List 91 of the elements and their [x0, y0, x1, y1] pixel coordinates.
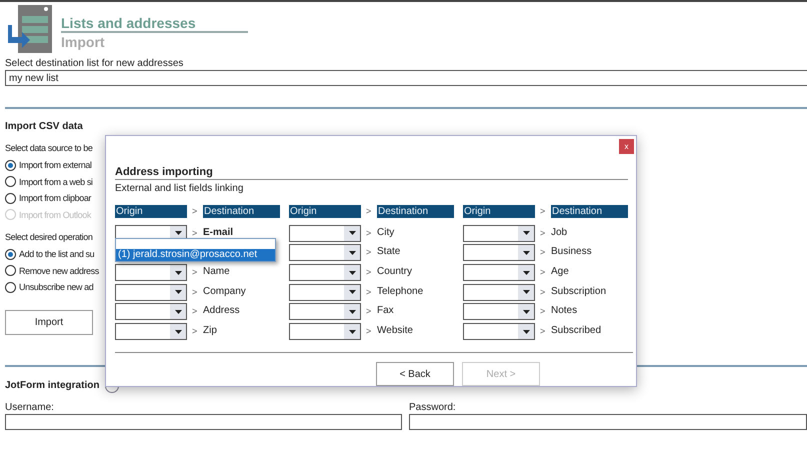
arrow-text: >: [539, 266, 546, 280]
origin-dropdown[interactable]: [463, 224, 535, 242]
origin-dropdown[interactable]: [289, 224, 361, 242]
arrow-text: >: [365, 205, 372, 218]
column-header: Destination: [551, 205, 628, 218]
field-label: Password:: [408, 400, 456, 414]
page-subtitle: Import: [61, 33, 106, 51]
destination-field-name: Name: [203, 265, 231, 280]
arrow-text: >: [365, 305, 372, 318]
origin-dropdown[interactable]: [289, 264, 361, 282]
origin-dropdown[interactable]: [115, 284, 187, 301]
arrow-text: >: [191, 205, 198, 218]
arrow-text: >: [191, 305, 198, 318]
arrow-text: >: [191, 226, 198, 240]
destination-field-name: Website: [377, 324, 414, 338]
destination-field-name: Telephone: [377, 284, 424, 299]
radio-button[interactable]: [5, 160, 16, 171]
origin-dropdown[interactable]: [463, 323, 535, 340]
origin-dropdown[interactable]: [463, 303, 535, 320]
destination-field-name: E-mail: [203, 226, 234, 240]
radio-label: Import from clipboar: [19, 193, 92, 204]
arrow-text: >: [365, 325, 372, 338]
arrow-text: >: [365, 226, 372, 240]
arrow-text: >: [191, 325, 198, 338]
radio-button[interactable]: [5, 265, 16, 276]
section-heading: Import CSV data: [4, 121, 84, 132]
arrow-text: >: [539, 205, 546, 218]
radio-button[interactable]: [5, 282, 16, 293]
radio-label: Unsubscribe new ad: [19, 282, 94, 292]
destination-field-name: Fax: [377, 304, 395, 318]
field-label: Select data source to be: [4, 142, 92, 155]
arrow-text: >: [539, 286, 546, 299]
column-header: Destination: [377, 205, 454, 218]
import-button[interactable]: Import: [5, 310, 93, 334]
wizard-button[interactable]: < Back: [376, 362, 454, 386]
dropdown-option[interactable]: (1) jerald.strosin@prosacco.net: [116, 249, 275, 261]
destination-field-name: Job: [551, 226, 568, 240]
destination-field-name: Age: [551, 265, 570, 280]
origin-dropdown[interactable]: [115, 264, 187, 282]
radio-label: Add to the list and su: [19, 249, 94, 260]
arrow-text: >: [539, 305, 546, 318]
radio-button[interactable]: [5, 192, 16, 204]
field-label: Username:: [4, 400, 54, 414]
radio-label: Import from Outlook: [19, 210, 91, 220]
username-field[interactable]: [5, 414, 402, 430]
section-heading: JotForm integration: [4, 380, 100, 391]
close-button[interactable]: x: [619, 139, 634, 154]
arrow-text: >: [539, 325, 546, 338]
destination-field-name: City: [377, 226, 396, 240]
origin-dropdown[interactable]: [115, 323, 187, 340]
page-title: Lists and addresses: [61, 15, 248, 33]
destination-list-field[interactable]: my new list: [5, 70, 807, 86]
column-header: Destination: [203, 205, 280, 218]
column-header: Origin: [463, 205, 535, 218]
radio-button[interactable]: [5, 248, 16, 260]
arrow-text: >: [365, 266, 372, 280]
origin-dropdown[interactable]: [289, 303, 361, 320]
arrow-text: >: [539, 246, 546, 260]
server-import-icon: [8, 5, 52, 53]
radio-label: Import from a web si: [19, 176, 93, 187]
origin-dropdown[interactable]: [463, 284, 535, 301]
column-header: Origin: [115, 205, 187, 218]
origin-dropdown[interactable]: [289, 244, 361, 262]
column-header: Origin: [289, 205, 361, 218]
destination-field-name: Country: [377, 265, 414, 280]
destination-field-name: Business: [551, 245, 593, 260]
field-label: Select desired operation: [4, 231, 92, 244]
origin-dropdown[interactable]: [289, 284, 361, 301]
destination-field-name: Address: [203, 304, 241, 318]
destination-field-name: Notes: [551, 304, 578, 318]
destination-field-name: Company: [203, 284, 247, 299]
arrow-text: >: [191, 266, 198, 280]
dialog-subtitle: External and list fields linking: [115, 182, 244, 195]
origin-dropdown[interactable]: [115, 303, 187, 320]
radio-label: Remove new address: [19, 266, 99, 276]
radio-label: Import from external: [19, 160, 92, 170]
radio-button[interactable]: [5, 176, 16, 188]
dialog-title: Address importing: [115, 166, 628, 180]
arrow-text: >: [365, 246, 372, 260]
arrow-text: >: [365, 286, 372, 299]
destination-field-name: Subscription: [551, 284, 608, 299]
field-label: Select destination list for new addresses: [4, 57, 184, 70]
destination-field-name: State: [377, 245, 402, 260]
arrow-text: >: [191, 286, 198, 299]
password-field[interactable]: [409, 414, 807, 430]
arrow-text: >: [539, 226, 546, 240]
destination-field-name: Subscribed: [551, 324, 602, 338]
origin-dropdown[interactable]: [463, 244, 535, 262]
origin-dropdown[interactable]: [463, 264, 535, 282]
destination-field-name: Zip: [203, 324, 218, 338]
origin-dropdown[interactable]: [289, 323, 361, 340]
